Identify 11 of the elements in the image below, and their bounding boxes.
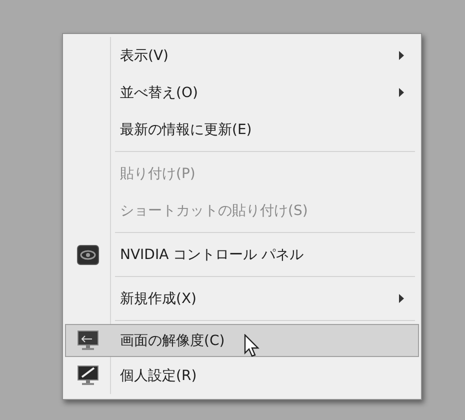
monitor-icon: [77, 330, 99, 352]
mouse-cursor-icon: [244, 334, 260, 358]
menu-item[interactable]: 新規作成(X): [65, 280, 419, 317]
menu-item[interactable]: 個人設定(R): [65, 357, 419, 394]
menu-item[interactable]: 表示(V): [65, 37, 419, 74]
menu-item[interactable]: 並べ替え(O): [65, 74, 419, 111]
menu-item[interactable]: 画面の解像度(C): [65, 324, 419, 357]
menu-item[interactable]: NVIDIA コントロール パネル: [65, 236, 419, 273]
menu-item[interactable]: 最新の情報に更新(E): [65, 111, 419, 148]
eye-logo-icon: [77, 244, 99, 264]
monitor-brush-icon: [77, 364, 99, 386]
